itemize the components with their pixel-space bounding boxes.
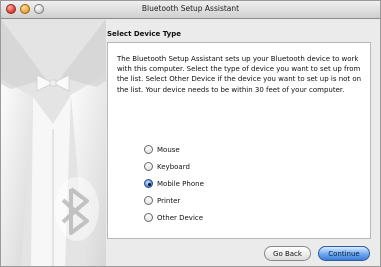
radio-label: Printer <box>157 196 181 205</box>
bluetooth-icon <box>55 177 99 241</box>
radio-label: Other Device <box>157 213 204 222</box>
radio-button[interactable] <box>144 145 153 154</box>
go-back-button[interactable]: Go Back <box>264 246 311 261</box>
radio-button[interactable] <box>144 213 153 222</box>
radio-label: Mobile Phone <box>157 179 204 188</box>
side-artwork <box>1 19 106 266</box>
radio-button-selected[interactable] <box>144 179 153 188</box>
radio-option-mobile-phone[interactable]: Mobile Phone <box>144 179 204 188</box>
radio-label: Mouse <box>157 145 180 154</box>
radio-option-keyboard[interactable]: Keyboard <box>144 162 190 171</box>
section-title: Select Device Type <box>107 30 181 38</box>
device-type-panel: The Bluetooth Setup Assistant sets up yo… <box>107 42 371 239</box>
radio-button[interactable] <box>144 162 153 171</box>
radio-label: Keyboard <box>157 162 190 171</box>
description-text: The Bluetooth Setup Assistant sets up yo… <box>117 55 362 94</box>
radio-button[interactable] <box>144 196 153 205</box>
title-bar: Bluetooth Setup Assistant <box>1 1 380 19</box>
continue-button[interactable]: Continue <box>318 246 370 261</box>
window-title: Bluetooth Setup Assistant <box>141 4 240 13</box>
radio-option-other-device[interactable]: Other Device <box>144 213 203 222</box>
radio-option-mouse[interactable]: Mouse <box>144 145 180 154</box>
side-panel <box>1 19 106 266</box>
radio-option-printer[interactable]: Printer <box>144 196 180 205</box>
setup-assistant-window: Bluetooth Setup Assistant Select Device … <box>0 0 381 267</box>
